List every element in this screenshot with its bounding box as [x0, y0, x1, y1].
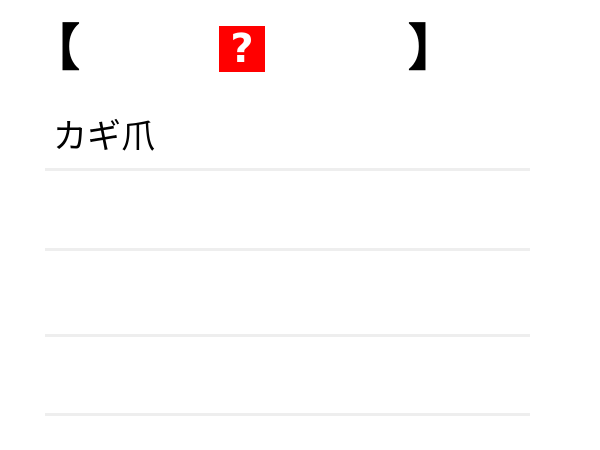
list-item[interactable]: カギ爪 — [45, 108, 530, 171]
list-item[interactable] — [45, 251, 530, 337]
help-question-mark: ? — [230, 26, 254, 72]
list-item[interactable] — [45, 171, 530, 251]
item-list: カギ爪 — [45, 108, 530, 416]
list-item[interactable] — [45, 337, 530, 416]
help-icon[interactable]: ? — [219, 26, 265, 72]
right-bracket: 】 — [408, 19, 458, 77]
left-bracket: 【 — [30, 19, 80, 77]
